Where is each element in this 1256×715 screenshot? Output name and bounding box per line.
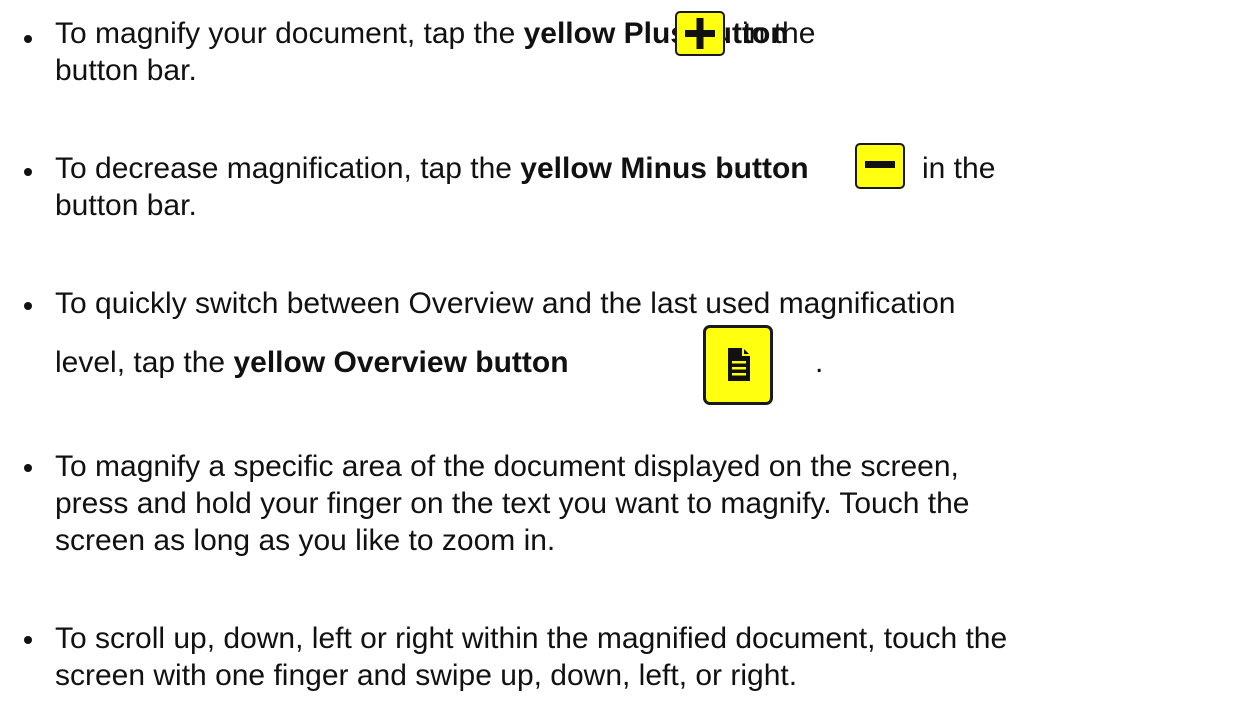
bold-text: yellow Minus button (520, 152, 809, 185)
document-page: To magnify your document, tap the yellow… (0, 0, 1256, 715)
text-run: . (815, 346, 824, 379)
text-run: To decrease magnification, tap the (55, 152, 521, 185)
bullet-dot (24, 636, 32, 644)
minus-icon (855, 143, 905, 189)
list-item-text: To decrease magnification, tap the yello… (55, 150, 1235, 224)
text-line: level, tap the yellow Overview button (55, 344, 1235, 381)
bullet-dot (24, 302, 32, 310)
list-item-text: To magnify your document, tap the yellow… (55, 15, 1235, 89)
bullet-dot (24, 464, 32, 472)
list-item-magnify: To magnify your document, tap the yellow… (0, 11, 1256, 105)
text-line: button bar. (55, 54, 197, 87)
text-run: in the (922, 152, 996, 185)
list-item-scroll: To scroll up, down, left or right within… (0, 620, 1256, 700)
text-line: To decrease magnification, tap the yello… (55, 150, 1235, 187)
text-run: in the (742, 17, 816, 50)
text-line: To magnify your document, tap the yellow… (55, 15, 1235, 52)
text-line: screen with one finger and swipe up, dow… (55, 659, 798, 692)
bullet-dot (24, 35, 32, 43)
list-item-decrease: To decrease magnification, tap the yello… (0, 143, 1256, 240)
text-run: To magnify your document, tap the (55, 17, 524, 50)
bold-text: yellow Overview button (233, 346, 569, 379)
document-icon (703, 325, 773, 405)
list-item-text: To quickly switch between Overview and t… (55, 285, 1235, 381)
bullet-dot (24, 168, 32, 176)
list-item-text: To scroll up, down, left or right within… (55, 620, 1235, 694)
plus-icon (675, 11, 725, 56)
text-line: To quickly switch between Overview and t… (55, 287, 956, 320)
text-run: level, tap the (55, 346, 234, 379)
text-line: To scroll up, down, left or right within… (55, 622, 1008, 655)
list-item-magnify-area: To magnify a specific area of the docume… (0, 448, 1256, 563)
text-line: screen as long as you like to zoom in. (55, 524, 556, 557)
list-item-text: To magnify a specific area of the docume… (55, 448, 1235, 559)
text-line: button bar. (55, 189, 197, 222)
list-item-overview: To quickly switch between Overview and t… (0, 285, 1256, 410)
text-line: press and hold your finger on the text y… (55, 487, 970, 520)
text-line: To magnify a specific area of the docume… (55, 450, 959, 483)
